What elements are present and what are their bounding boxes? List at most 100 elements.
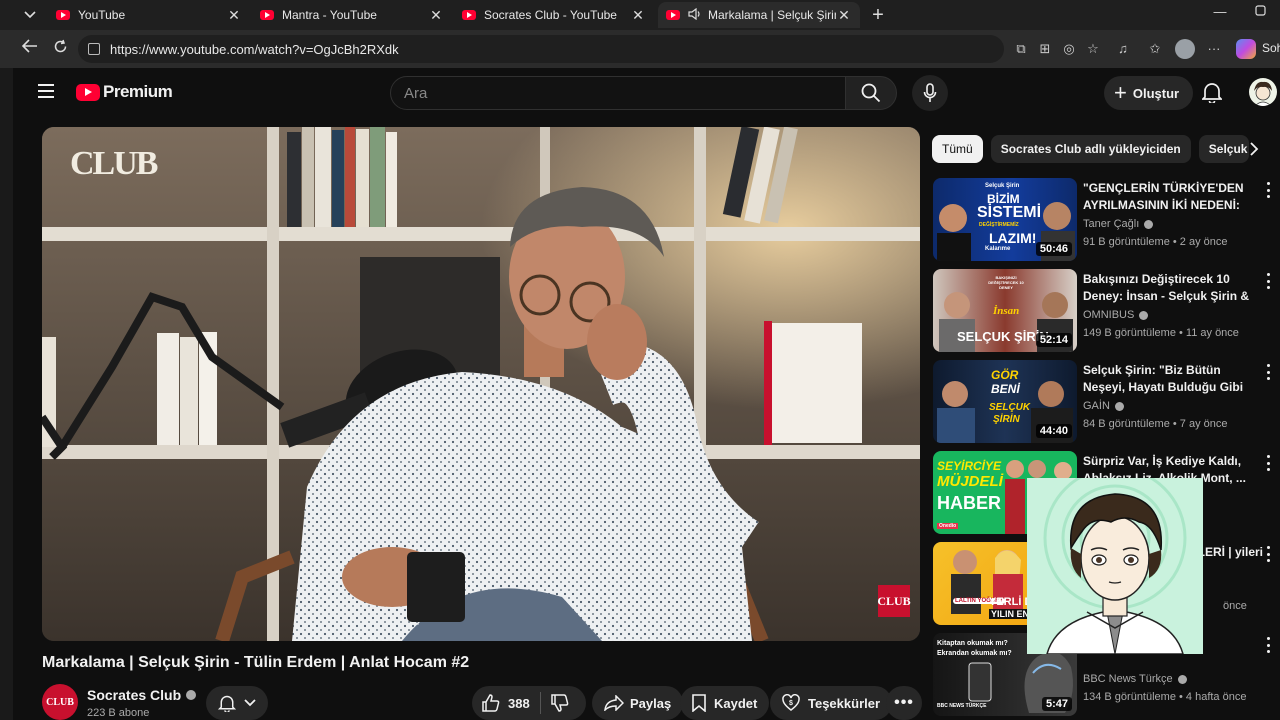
recommendation-title[interactable]: "GENÇLERİN TÜRKİYE'DEN AYRILMASININ İKİ … [1083, 180, 1251, 214]
more-vertical-icon[interactable] [1263, 546, 1273, 562]
recommendation-channel-row[interactable]: BBC News Türkçe [1083, 673, 1187, 685]
anime-character-overlay [1027, 478, 1203, 654]
thumb-text: Selçuk Şirin [985, 183, 1020, 189]
more-actions-button[interactable]: ••• [886, 686, 922, 720]
search-button[interactable] [845, 76, 897, 110]
subscription-bell-button[interactable] [206, 686, 268, 720]
more-vertical-icon[interactable] [1263, 273, 1273, 289]
recommendation-channel[interactable]: OMNIBUS [1083, 309, 1134, 321]
new-tab-button[interactable]: + [868, 4, 888, 26]
speaker-icon[interactable] [688, 7, 702, 23]
video-duration: 5:47 [1041, 697, 1072, 711]
recommendation-meta: 91 B görüntüleme • 2 ay önce [1083, 236, 1228, 248]
favorites-icon[interactable]: ✩ [1146, 40, 1164, 58]
recommendation-channel-row[interactable]: Taner Çağlı [1083, 218, 1154, 230]
youtube-logo-icon [76, 83, 100, 101]
more-vertical-icon[interactable] [1263, 364, 1273, 380]
youtube-favicon-icon [260, 10, 274, 20]
more-vertical-icon[interactable] [1263, 182, 1273, 198]
copilot-label[interactable]: Soh [1262, 41, 1280, 55]
dislike-button[interactable] [541, 686, 579, 720]
verified-badge-icon [1139, 310, 1149, 320]
channel-name-row[interactable]: Socrates Club [87, 687, 197, 703]
video-thumbnail[interactable]: BAKIŞINIZI DEĞİŞTİRECEK 10 DENEY İnsan S… [933, 269, 1077, 352]
thumb-text: Kitaptan okumak mı? Ekrandan okumak mı? [937, 640, 1012, 657]
channel-name[interactable]: Socrates Club [87, 687, 181, 703]
video-thumbnail[interactable]: GÖR BENİ SELÇUK ŞİRİN 44:40 [933, 360, 1077, 443]
video-duration: 44:40 [1035, 424, 1072, 438]
youtube-premium-logo[interactable]: Premium [76, 82, 173, 102]
close-tab-icon[interactable]: ✕ [226, 7, 242, 24]
search-box[interactable] [390, 76, 846, 110]
chevron-right-icon[interactable] [1242, 139, 1266, 161]
create-button[interactable]: + Oluştur [1104, 76, 1194, 110]
refresh-button[interactable] [50, 39, 70, 59]
tab-actions-menu[interactable] [16, 5, 44, 25]
close-tab-icon[interactable]: ✕ [428, 7, 444, 24]
recommendation-item[interactable]: Selçuk Şirin BİZİM SİSTEMİ DEĞİŞTİRMEMİZ… [933, 178, 1273, 262]
like-button[interactable]: 388 [472, 686, 540, 720]
more-options-icon[interactable]: ··· [1205, 40, 1223, 58]
recommendation-item[interactable]: GÖR BENİ SELÇUK ŞİRİN 44:40 Selçuk Şirin… [933, 360, 1273, 444]
search-input[interactable] [404, 84, 824, 102]
account-avatar[interactable] [1249, 78, 1277, 106]
maximize-window-button[interactable] [1250, 4, 1270, 19]
back-button[interactable] [20, 39, 40, 59]
browser-tab-mantra[interactable]: Mantra - YouTube ✕ [252, 2, 452, 28]
guide-menu-icon[interactable] [38, 84, 54, 98]
recommendation-meta: 149 B görüntüleme • 11 ay önce [1083, 327, 1239, 339]
video-thumbnail[interactable]: Selçuk Şirin BİZİM SİSTEMİ DEĞİŞTİRMEMİZ… [933, 178, 1077, 261]
recommendation-title[interactable]: Bakışınızı Değiştirecek 10 Deney: İnsan … [1083, 271, 1251, 305]
thumb-text: GÖR [991, 368, 1019, 382]
more-vertical-icon[interactable] [1263, 455, 1273, 471]
apps-icon[interactable]: ⊞ [1036, 40, 1054, 58]
save-button[interactable]: Kaydet [680, 686, 770, 720]
browser-tab-youtube[interactable]: YouTube ✕ [48, 2, 250, 28]
recommendation-channel[interactable]: Taner Çağlı [1083, 218, 1139, 230]
favorite-star-icon[interactable]: ☆ [1084, 40, 1102, 58]
chip-from-uploader[interactable]: Socrates Club adlı yükleyiciden [990, 135, 1191, 163]
verified-badge-icon [1114, 401, 1124, 411]
close-tab-icon[interactable]: ✕ [630, 7, 646, 24]
recommendation-item[interactable]: BAKIŞINIZI DEĞİŞTİRECEK 10 DENEY İnsan S… [933, 269, 1273, 353]
share-button[interactable]: Paylaş [592, 686, 684, 720]
minimize-window-button[interactable]: — [1210, 4, 1230, 19]
save-label: Kaydet [714, 695, 758, 711]
browser-tab-socrates-club[interactable]: Socrates Club - YouTube ✕ [454, 2, 654, 28]
copilot-icon[interactable] [1236, 39, 1256, 59]
recommendation-channel-row[interactable]: OMNIBUS [1083, 309, 1149, 321]
recommendation-title[interactable]: Selçuk Şirin: "Biz Bütün Neşeyi, Hayatı … [1083, 362, 1251, 396]
voice-search-button[interactable] [912, 75, 948, 111]
club-watermark-logo: CLUB [70, 145, 158, 182]
site-info-icon[interactable] [88, 43, 100, 55]
share-label: Paylaş [630, 695, 672, 711]
like-count: 388 [508, 695, 530, 711]
channel-avatar[interactable]: CLUB [42, 684, 78, 720]
tracking-prevention-icon[interactable]: ◎ [1060, 40, 1078, 58]
recommendation-channel[interactable]: GAİN [1083, 400, 1110, 412]
thumbs-down-icon [550, 694, 569, 712]
thanks-button[interactable]: $ Teşekkürler [770, 686, 893, 720]
recommendation-channel-row[interactable]: GAİN [1083, 400, 1124, 412]
channel-watermark-badge[interactable]: CLUB [877, 585, 911, 617]
more-horizontal-icon: ••• [894, 694, 914, 711]
more-vertical-icon[interactable] [1263, 637, 1273, 653]
video-player[interactable]: CLUB CLUB [42, 127, 920, 641]
chip-all[interactable]: Tümü [932, 135, 983, 163]
browser-tab-markalama-active[interactable]: Markalama | Selçuk Şirin - Tülin ✕ [658, 2, 860, 28]
thumbs-up-icon [482, 694, 500, 712]
translate-icon[interactable]: ⧉ [1012, 40, 1030, 58]
recommendation-meta: 84 B görüntüleme • 7 ay önce [1083, 418, 1228, 430]
video-title: Markalama | Selçuk Şirin - Tülin Erdem |… [42, 654, 470, 671]
media-control-icon[interactable]: ♫ [1114, 40, 1132, 58]
notifications-button[interactable] [1200, 81, 1226, 105]
thumb-text: SELÇUK [989, 402, 1031, 413]
browser-profile-avatar[interactable] [1175, 39, 1195, 59]
bell-icon [1200, 83, 1224, 105]
microphone-icon [923, 83, 937, 102]
bell-icon [218, 695, 236, 712]
recommendation-channel[interactable]: BBC News Türkçe [1083, 673, 1173, 685]
address-bar[interactable]: https://www.youtube.com/watch?v=OgJcBh2R… [78, 35, 1004, 63]
close-tab-icon[interactable]: ✕ [836, 7, 852, 24]
chevron-down-icon [244, 699, 256, 707]
